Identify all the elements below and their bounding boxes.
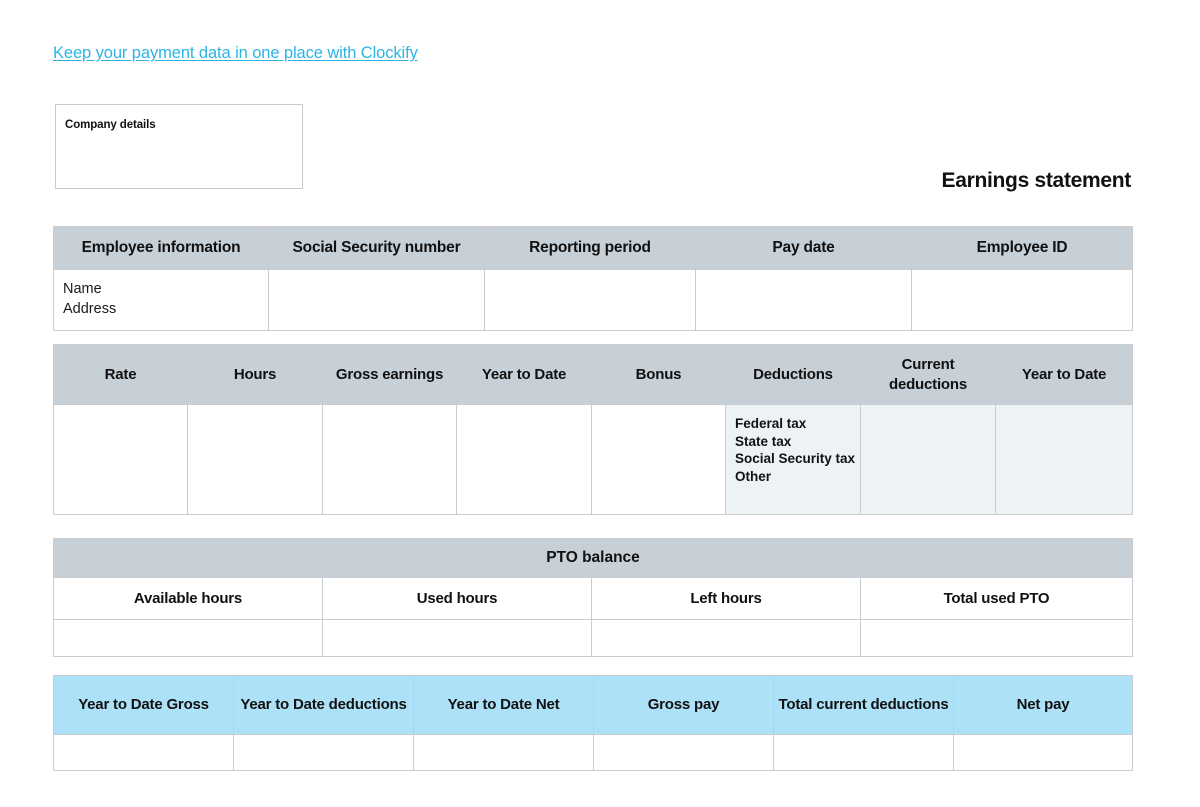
cell-total-current-deductions[interactable] <box>773 734 954 771</box>
earnings-deductions-table: Rate Hours Gross earnings Year to Date B… <box>53 344 1133 515</box>
cell-total-used-pto[interactable] <box>860 619 1133 658</box>
employee-address-label: Address <box>63 301 117 318</box>
cell-rate[interactable] <box>53 404 188 515</box>
col-header-deductions: Deductions <box>725 344 861 405</box>
col-header-net-pay: Net pay <box>953 675 1133 735</box>
cell-left-hours[interactable] <box>591 619 861 658</box>
table-title-row: PTO balance <box>53 538 1133 578</box>
col-header-current-deductions: Current deductions <box>860 344 996 405</box>
table-row: Federal tax State tax Social Security ta… <box>53 404 1133 515</box>
cell-year-to-date[interactable] <box>456 404 592 515</box>
pto-balance-title: PTO balance <box>53 538 1133 578</box>
table-header-row: Year to Date Gross Year to Date deductio… <box>53 675 1133 735</box>
col-header-used-hours: Used hours <box>322 576 592 621</box>
col-header-pay-date: Pay date <box>695 226 912 270</box>
table-header-row: Available hours Used hours Left hours To… <box>53 576 1133 621</box>
table-header-row: Rate Hours Gross earnings Year to Date B… <box>53 344 1133 405</box>
deduction-item-list: Federal tax State tax Social Security ta… <box>726 405 860 486</box>
col-header-gross-earnings: Gross earnings <box>322 344 457 405</box>
table-header-row: Employee information Social Security num… <box>53 226 1133 270</box>
col-header-hours: Hours <box>187 344 323 405</box>
col-header-employee-id: Employee ID <box>911 226 1133 270</box>
employee-name-label: Name <box>63 280 102 297</box>
col-header-total-current-deductions: Total current deductions <box>773 675 954 735</box>
company-details-box[interactable]: Company details <box>55 104 303 189</box>
deduction-item-federal-tax: Federal tax <box>735 416 807 431</box>
employee-information-table: Employee information Social Security num… <box>53 226 1133 331</box>
cell-current-deductions[interactable] <box>860 404 996 515</box>
col-header-rate: Rate <box>53 344 188 405</box>
cell-employee-name-address[interactable]: Name Address <box>53 268 269 331</box>
deduction-item-other: Other <box>735 469 772 485</box>
cell-deduction-items: Federal tax State tax Social Security ta… <box>725 404 861 515</box>
cell-ytd-gross[interactable] <box>53 734 234 771</box>
col-header-ytd-net: Year to Date Net <box>413 675 594 735</box>
col-header-reporting-period: Reporting period <box>484 226 696 270</box>
page-title: Earnings statement <box>941 169 1132 192</box>
col-header-total-used-pto: Total used PTO <box>860 576 1133 621</box>
cell-ytd-net[interactable] <box>413 734 594 771</box>
cell-pay-date[interactable] <box>695 268 912 331</box>
table-row <box>53 619 1133 658</box>
clockify-promo-link[interactable]: Keep your payment data in one place with… <box>53 44 418 63</box>
cell-ytd-deductions[interactable] <box>233 734 414 771</box>
col-header-ytd-gross: Year to Date Gross <box>53 675 234 735</box>
cell-used-hours[interactable] <box>322 619 592 658</box>
col-header-available-hours: Available hours <box>53 576 323 621</box>
cell-net-pay[interactable] <box>953 734 1133 771</box>
deduction-item-state-tax: State tax <box>735 433 792 449</box>
cell-available-hours[interactable] <box>53 619 323 658</box>
pay-summary-table: Year to Date Gross Year to Date deductio… <box>53 675 1133 771</box>
cell-bonus[interactable] <box>591 404 726 515</box>
col-header-gross-pay: Gross pay <box>593 675 774 735</box>
col-header-ytd-deductions: Year to Date deductions <box>233 675 414 735</box>
cell-social-security-number[interactable] <box>268 268 485 331</box>
cell-employee-id[interactable] <box>911 268 1133 331</box>
earnings-statement-page: Keep your payment data in one place with… <box>0 0 1200 807</box>
col-header-bonus: Bonus <box>591 344 726 405</box>
table-row <box>53 734 1133 771</box>
col-header-social-security-number: Social Security number <box>268 226 485 270</box>
company-details-label: Company details <box>65 119 156 131</box>
cell-gross-earnings[interactable] <box>322 404 457 515</box>
cell-hours[interactable] <box>187 404 323 515</box>
table-row: Name Address <box>53 268 1133 331</box>
cell-gross-pay[interactable] <box>593 734 774 771</box>
deduction-item-social-security-tax: Social Security tax <box>735 451 856 467</box>
pto-balance-table: PTO balance Available hours Used hours L… <box>53 538 1133 658</box>
col-header-year-to-date-deductions: Year to Date <box>995 344 1133 405</box>
col-header-employee-information: Employee information <box>53 226 269 270</box>
cell-reporting-period[interactable] <box>484 268 696 331</box>
col-header-left-hours: Left hours <box>591 576 861 621</box>
col-header-year-to-date: Year to Date <box>456 344 592 405</box>
cell-year-to-date-deductions[interactable] <box>995 404 1133 515</box>
